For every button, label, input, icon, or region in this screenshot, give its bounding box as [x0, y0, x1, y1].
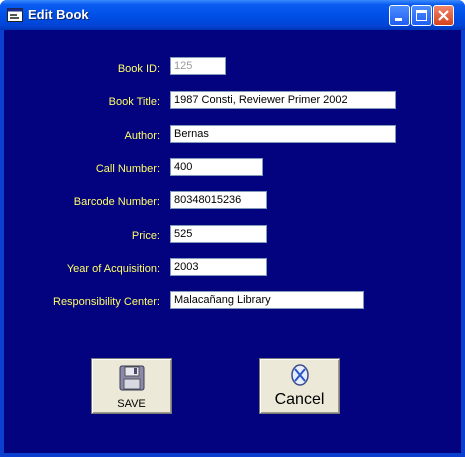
window-title: Edit Book — [28, 7, 89, 22]
price-label: Price: — [131, 230, 160, 242]
form-icon — [7, 8, 23, 22]
book-id-label: Book ID: — [117, 63, 160, 75]
year-of-acquisition-field[interactable]: 2003 — [170, 258, 267, 276]
responsibility-center-field[interactable]: Malacañang Library — [170, 291, 364, 309]
floppy-disk-icon — [119, 365, 145, 391]
call-number-field[interactable]: 400 — [170, 158, 263, 176]
save-button-label: SAVE — [117, 398, 146, 410]
title-bar[interactable]: Edit Book — [0, 0, 465, 30]
author-field[interactable]: Bernas — [170, 125, 396, 143]
author-label: Author: — [124, 130, 160, 142]
price-field[interactable]: 525 — [170, 225, 267, 243]
close-button[interactable] — [433, 5, 454, 26]
barcode-number-field[interactable]: 80348015236 — [170, 191, 267, 209]
maximize-icon — [416, 10, 427, 21]
year-of-acquisition-label: Year of Acquisition: — [66, 263, 160, 275]
minimize-icon — [395, 18, 402, 21]
minimize-button[interactable] — [389, 5, 410, 26]
book-id-field: 125 — [170, 57, 226, 75]
cancel-button-label: Cancel — [274, 391, 325, 408]
cancel-icon — [291, 364, 309, 386]
barcode-number-label: Barcode Number: — [73, 196, 160, 208]
save-button[interactable]: SAVE — [91, 358, 172, 414]
cancel-button[interactable]: Cancel — [259, 358, 340, 414]
book-title-label: Book Title: — [108, 96, 160, 108]
edit-book-window: Edit Book Book ID: 125 Book Title: 1987 … — [0, 0, 465, 457]
form-body: Book ID: 125 Book Title: 1987 Consti, Re… — [4, 30, 461, 453]
call-number-label: Call Number: — [95, 163, 160, 175]
responsibility-center-label: Responsibility Center: — [53, 296, 160, 308]
close-icon — [438, 10, 449, 21]
maximize-button[interactable] — [411, 5, 432, 26]
book-title-field[interactable]: 1987 Consti, Reviewer Primer 2002 — [170, 91, 396, 109]
